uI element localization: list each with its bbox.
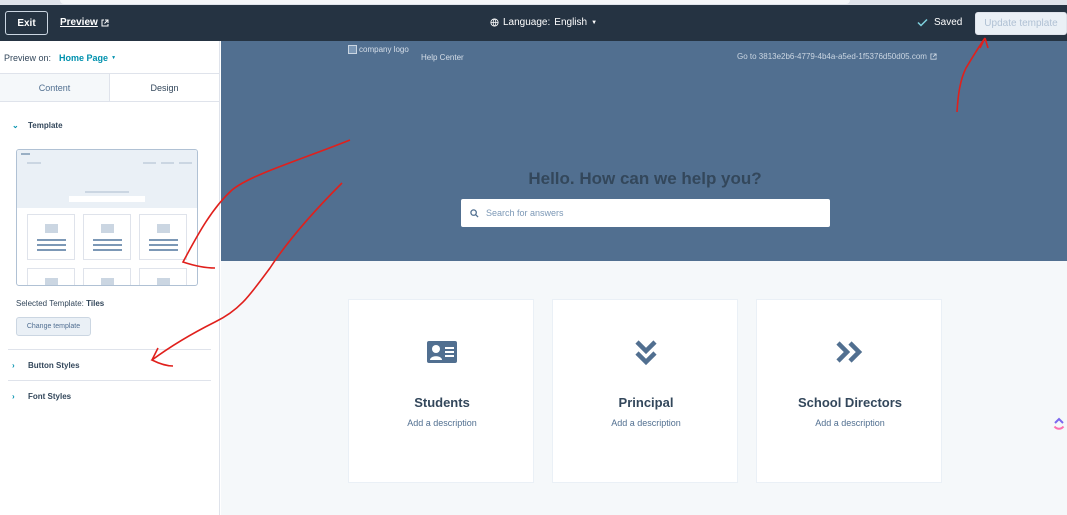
preview-link[interactable]: Preview <box>60 17 109 28</box>
category-card-school-directors[interactable]: School Directors Add a description <box>756 299 942 483</box>
company-logo[interactable]: company logo <box>348 45 409 54</box>
external-link-icon <box>101 19 109 26</box>
goto-site-text: Go to 3813e2b6-4779-4b4a-a5ed-1f5376d50d… <box>737 52 927 61</box>
thumbnail-card <box>139 214 187 260</box>
editor-topbar: Exit Preview Language: English ▼ Saved U… <box>0 0 1067 41</box>
external-link-icon <box>930 53 937 60</box>
divider <box>8 349 211 350</box>
template-section-toggle[interactable]: ⌄ Template <box>12 121 63 130</box>
thumbnail-nav <box>161 162 174 164</box>
selected-template-label: Selected Template: <box>16 299 84 308</box>
thumbnail-card <box>27 268 75 285</box>
chevron-right-icon: › <box>12 392 15 401</box>
selected-template: Selected Template: Tiles <box>16 299 104 308</box>
id-card-icon <box>427 341 457 363</box>
globe-icon <box>490 18 499 27</box>
preview-page-value: Home Page <box>59 53 109 63</box>
update-template-button[interactable]: Update template <box>975 12 1067 35</box>
button-styles-toggle[interactable]: › Button Styles <box>12 361 80 370</box>
help-center-label: Help Center <box>421 53 464 62</box>
category-card-students[interactable]: Students Add a description <box>348 299 534 483</box>
address-bar <box>60 0 850 4</box>
divider <box>8 380 211 381</box>
clickup-widget-icon[interactable] <box>1052 415 1066 433</box>
browser-strip <box>0 0 1067 5</box>
category-name: Principal <box>618 395 674 410</box>
company-logo-alt: company logo <box>359 45 409 54</box>
caret-down-icon: ▼ <box>591 19 598 26</box>
category-card-principal[interactable]: Principal Add a description <box>552 299 738 483</box>
help-center-preview: company logo Help Center Go to 3813e2b6-… <box>221 41 1067 515</box>
thumbnail-nav <box>143 162 156 164</box>
category-description: Add a description <box>611 418 681 428</box>
category-icon-wrap <box>553 340 739 366</box>
category-description: Add a description <box>815 418 885 428</box>
saved-label: Saved <box>934 17 963 28</box>
template-thumbnail <box>16 149 198 286</box>
language-selector[interactable]: Language: English ▼ <box>490 17 597 28</box>
preview-on-label: Preview on: <box>4 53 52 63</box>
broken-image-icon <box>348 45 357 54</box>
thumbnail-card <box>83 214 131 260</box>
theme-settings-panel: Preview on: Home Page ▼ Content Design ⌄… <box>0 41 220 515</box>
tab-design[interactable]: Design <box>110 74 219 101</box>
thumbnail-logo <box>21 153 30 155</box>
thumbnail-nav <box>27 162 41 164</box>
tab-content[interactable]: Content <box>0 74 110 101</box>
search-box[interactable]: Search for answers <box>461 199 830 227</box>
category-icon-wrap <box>757 340 943 364</box>
category-name: School Directors <box>797 395 903 410</box>
double-chevron-right-icon <box>836 341 863 363</box>
search-icon <box>470 208 479 218</box>
font-styles-toggle[interactable]: › Font Styles <box>12 392 71 401</box>
language-label: Language: <box>503 17 551 28</box>
template-section-label: Template <box>28 121 63 130</box>
button-styles-label: Button Styles <box>28 361 80 370</box>
chevron-right-icon: › <box>12 361 15 370</box>
panel-tabs: Content Design <box>0 73 219 102</box>
thumbnail-title <box>85 191 129 193</box>
language-value: English <box>554 17 588 28</box>
double-chevron-down-icon <box>635 340 657 366</box>
preview-label: Preview <box>60 17 98 28</box>
change-template-button[interactable]: Change template <box>16 317 91 336</box>
caret-down-icon: ▼ <box>111 55 117 61</box>
thumbnail-nav <box>179 162 192 164</box>
thumbnail-card <box>139 268 187 285</box>
thumbnail-search <box>69 196 145 202</box>
thumbnail-card <box>83 268 131 285</box>
exit-button[interactable]: Exit <box>5 11 48 35</box>
search-placeholder: Search for answers <box>486 208 564 218</box>
font-styles-label: Font Styles <box>28 392 72 401</box>
category-description: Add a description <box>407 418 477 428</box>
preview-page-dropdown[interactable]: Home Page ▼ <box>59 53 116 63</box>
selected-template-value: Tiles <box>86 299 105 308</box>
category-icon-wrap <box>349 340 535 364</box>
saved-status: Saved <box>917 17 962 28</box>
thumbnail-card <box>27 214 75 260</box>
preview-on-selector: Preview on: Home Page ▼ <box>4 53 116 63</box>
category-name: Students <box>414 395 470 410</box>
hero-title: Hello. How can we help you? <box>528 169 762 188</box>
chevron-down-icon: ⌄ <box>12 121 19 130</box>
check-icon <box>917 18 928 27</box>
hero-banner: company logo Help Center Go to 3813e2b6-… <box>221 41 1067 261</box>
goto-site-link[interactable]: Go to 3813e2b6-4779-4b4a-a5ed-1f5376d50d… <box>737 52 937 61</box>
